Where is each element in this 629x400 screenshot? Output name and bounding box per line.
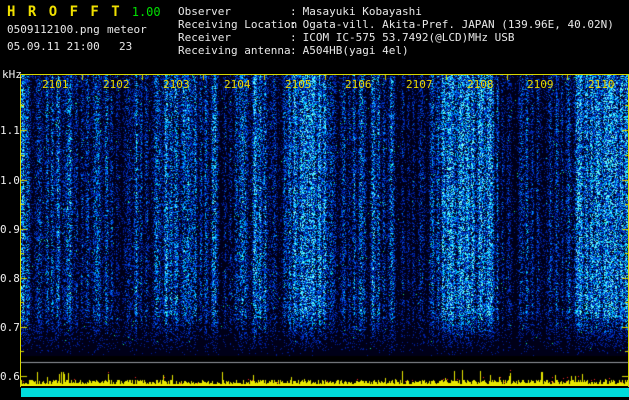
freq-label: 1.1	[0, 124, 20, 137]
meta-row-receiver: Receiver : ICOM IC-575 53.7492(@LCD)MHz …	[178, 31, 614, 44]
meta-value: A504HB(yagi 4el)	[302, 44, 409, 57]
plot-border-top	[20, 74, 629, 75]
time-label: 2101	[42, 78, 69, 91]
colon-separator: :	[290, 18, 297, 31]
meta-row-antenna: Receiving antenna : A504HB(yagi 4el)	[178, 44, 614, 57]
echo-count: 23	[119, 40, 133, 53]
meta-label: Receiving antenna	[178, 44, 291, 57]
time-label: 2110	[588, 78, 615, 91]
meta-label: Receiver	[178, 31, 231, 44]
app-version: 1.00	[131, 5, 161, 19]
meta-value: ICOM IC-575 53.7492(@LCD)MHz USB	[302, 31, 515, 44]
colon-separator: :	[290, 44, 297, 57]
time-label: 2105	[285, 78, 312, 91]
freq-label: 0.8	[0, 272, 20, 285]
title-row: H R O F F T 1.00	[7, 4, 161, 20]
time-label: 2103	[163, 78, 190, 91]
colon-separator: :	[290, 31, 297, 44]
time-label: 2102	[103, 78, 130, 91]
freq-label: 0.7	[0, 321, 20, 334]
meta-label: Observer	[178, 5, 231, 18]
app-title: H R O F F T	[7, 4, 122, 20]
meta-value: Masayuki Kobayashi	[302, 5, 422, 18]
colon-separator: :	[290, 5, 297, 18]
time-label: 2104	[224, 78, 251, 91]
freq-label: 0.9	[0, 223, 20, 236]
freq-unit-label: kHz	[2, 68, 22, 81]
plot-border-left	[20, 74, 21, 387]
output-filename: 0509112100.png	[7, 23, 100, 36]
time-label: 2106	[345, 78, 372, 91]
status-bar	[21, 388, 629, 397]
station-info: Observer : Masayuki Kobayashi Receiving …	[178, 5, 614, 57]
freq-label: 0.6	[0, 370, 20, 383]
meta-row-observer: Observer : Masayuki Kobayashi	[178, 5, 614, 18]
time-label: 2108	[467, 78, 494, 91]
meta-row-location: Receiving Location : Ogata-vill. Akita-P…	[178, 18, 614, 31]
time-label: 2107	[406, 78, 433, 91]
hrofft-screen: H R O F F T 1.00 0509112100.png meteor 0…	[0, 0, 629, 400]
timestamp: 05.09.11 21:00	[7, 40, 100, 53]
meta-value: Ogata-vill. Akita-Pref. JAPAN (139.96E, …	[302, 18, 614, 31]
spectrogram-canvas	[21, 75, 628, 386]
mode-label: meteor	[107, 23, 147, 36]
freq-label: 1.0	[0, 174, 20, 187]
time-label: 2109	[527, 78, 554, 91]
meta-label: Receiving Location	[178, 18, 298, 31]
